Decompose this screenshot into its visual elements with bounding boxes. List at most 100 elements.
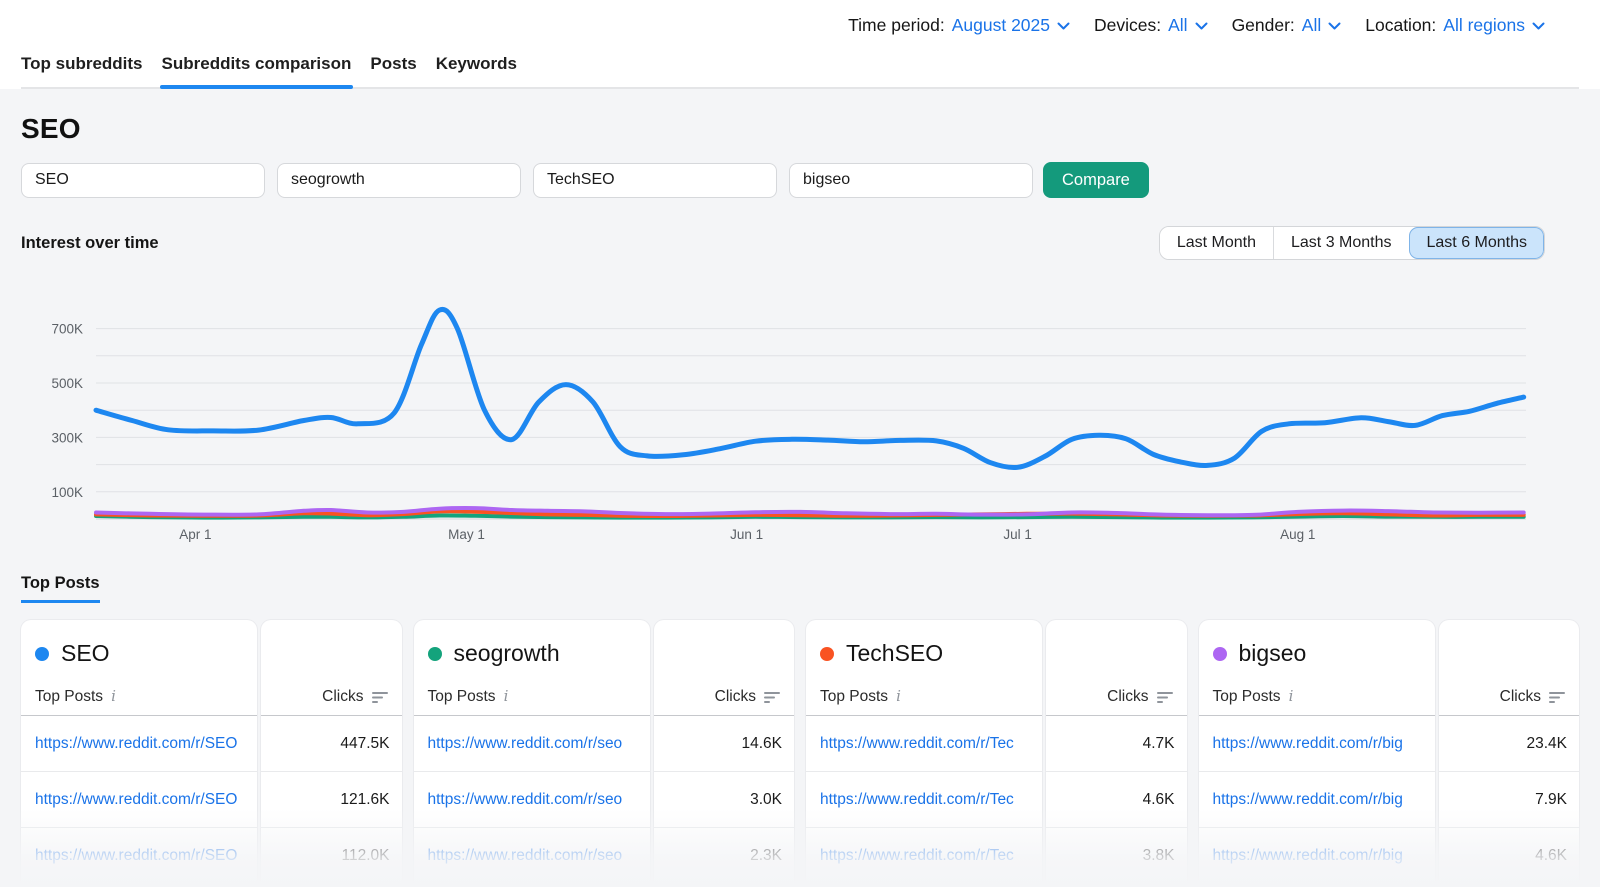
subreddit-name: seogrowth	[454, 640, 560, 667]
subreddit-input-2[interactable]	[277, 163, 521, 198]
compare-button[interactable]: Compare	[1043, 162, 1149, 198]
clicks-value: 4.6K	[1535, 847, 1567, 865]
clicks-value: 4.7K	[1143, 735, 1175, 753]
info-icon[interactable]: i	[504, 689, 509, 706]
clicks-column-header: Clicks	[322, 688, 363, 706]
info-icon[interactable]: i	[896, 689, 901, 706]
post-link[interactable]: https://www.reddit.com/r/Tec	[820, 791, 1014, 809]
clicks-column-header: Clicks	[1500, 688, 1541, 706]
sort-icon[interactable]	[1157, 692, 1175, 704]
clicks-value: 112.0K	[342, 847, 390, 865]
subreddit-card-bigseo: bigseo Top Posts i https://www.reddit.co…	[1199, 620, 1580, 886]
location-filter[interactable]: Location: All regions	[1365, 15, 1545, 36]
clicks-panel: Clicks 447.5K 121.6K 112.0K	[261, 620, 402, 886]
tab-keywords[interactable]: Keywords	[436, 44, 517, 87]
clicks-value: 3.8K	[1143, 847, 1175, 865]
filter-value: All	[1302, 15, 1321, 36]
series-color-dot	[35, 647, 49, 661]
post-link[interactable]: https://www.reddit.com/r/Tec	[820, 735, 1014, 753]
series-line-SEO	[96, 309, 1524, 467]
clicks-value: 14.6K	[741, 735, 782, 753]
clicks-panel: Clicks 23.4K 7.9K 4.6K	[1439, 620, 1580, 886]
x-axis-label: Jul 1	[1003, 527, 1032, 542]
filter-value: All	[1168, 15, 1187, 36]
post-link[interactable]: https://www.reddit.com/r/SEO	[35, 847, 237, 865]
sort-icon[interactable]	[1549, 692, 1567, 704]
y-axis-label: 700K	[51, 322, 83, 337]
chevron-down-icon	[1328, 22, 1341, 31]
filter-label: Time period:	[848, 15, 945, 36]
top-posts-section-title: Top Posts	[21, 574, 100, 603]
info-icon[interactable]: i	[111, 689, 116, 706]
subreddit-input-1[interactable]	[21, 163, 265, 198]
range-last-month[interactable]: Last Month	[1160, 227, 1273, 259]
time-period-filter[interactable]: Time period: August 2025	[848, 15, 1070, 36]
tab-top-subreddits[interactable]: Top subreddits	[21, 44, 143, 87]
filter-value: All regions	[1443, 15, 1525, 36]
post-link[interactable]: https://www.reddit.com/r/SEO	[35, 735, 237, 753]
series-color-dot	[1213, 647, 1227, 661]
post-link[interactable]: https://www.reddit.com/r/SEO	[35, 791, 237, 809]
post-link[interactable]: https://www.reddit.com/r/seo	[428, 847, 623, 865]
filter-label: Devices:	[1094, 15, 1161, 36]
posts-column-header: Top Posts	[1213, 688, 1281, 706]
range-last-6-months[interactable]: Last 6 Months	[1409, 227, 1545, 259]
clicks-value: 121.6K	[340, 791, 389, 809]
post-link[interactable]: https://www.reddit.com/r/big	[1213, 735, 1403, 753]
compare-inputs-row: Compare	[21, 162, 1579, 198]
devices-filter[interactable]: Devices: All	[1094, 15, 1208, 36]
clicks-value: 447.5K	[340, 735, 389, 753]
clicks-value: 2.3K	[750, 847, 782, 865]
subreddit-name: bigseo	[1239, 640, 1307, 667]
clicks-panel: Clicks 4.7K 4.6K 3.8K	[1046, 620, 1187, 886]
clicks-value: 3.0K	[750, 791, 782, 809]
filter-label: Gender:	[1232, 15, 1295, 36]
sort-icon[interactable]	[372, 692, 390, 704]
x-axis-label: Apr 1	[179, 527, 211, 542]
filter-value: August 2025	[952, 15, 1050, 36]
chevron-down-icon	[1195, 22, 1208, 31]
tab-subreddits-comparison[interactable]: Subreddits comparison	[162, 44, 352, 87]
y-axis-label: 300K	[51, 430, 83, 445]
posts-panel: TechSEO Top Posts i https://www.reddit.c…	[806, 620, 1042, 886]
subreddit-name: SEO	[61, 640, 110, 667]
subreddit-card-techseo: TechSEO Top Posts i https://www.reddit.c…	[806, 620, 1187, 886]
post-link[interactable]: https://www.reddit.com/r/seo	[428, 791, 623, 809]
clicks-column-header: Clicks	[715, 688, 756, 706]
series-color-dot	[820, 647, 834, 661]
info-icon[interactable]: i	[1289, 689, 1294, 706]
y-axis-label: 100K	[51, 485, 83, 500]
global-filters: Time period: August 2025 Devices: All Ge…	[21, 0, 1579, 44]
subreddit-name: TechSEO	[846, 640, 943, 667]
post-link[interactable]: https://www.reddit.com/r/big	[1213, 791, 1403, 809]
top-bar: Time period: August 2025 Devices: All Ge…	[0, 0, 1600, 89]
tab-posts[interactable]: Posts	[370, 44, 416, 87]
subreddit-card-seo: SEO Top Posts i https://www.reddit.com/r…	[21, 620, 402, 886]
x-axis-label: May 1	[448, 527, 485, 542]
top-posts-cards: SEO Top Posts i https://www.reddit.com/r…	[21, 620, 1579, 886]
series-color-dot	[428, 647, 442, 661]
chevron-down-icon	[1057, 22, 1070, 31]
posts-column-header: Top Posts	[820, 688, 888, 706]
posts-panel: seogrowth Top Posts i https://www.reddit…	[414, 620, 650, 886]
clicks-panel: Clicks 14.6K 3.0K 2.3K	[654, 620, 795, 886]
post-link[interactable]: https://www.reddit.com/r/Tec	[820, 847, 1014, 865]
sort-icon[interactable]	[764, 692, 782, 704]
time-range-toggle: Last Month Last 3 Months Last 6 Months	[1159, 226, 1545, 260]
x-axis-label: Aug 1	[1280, 527, 1315, 542]
post-link[interactable]: https://www.reddit.com/r/big	[1213, 847, 1403, 865]
chevron-down-icon	[1532, 22, 1545, 31]
posts-panel: bigseo Top Posts i https://www.reddit.co…	[1199, 620, 1435, 886]
clicks-value: 4.6K	[1143, 791, 1175, 809]
subreddit-card-seogrowth: seogrowth Top Posts i https://www.reddit…	[414, 620, 795, 886]
filter-label: Location:	[1365, 15, 1436, 36]
range-last-3-months[interactable]: Last 3 Months	[1273, 227, 1409, 259]
page-title: SEO	[21, 113, 1579, 145]
subreddit-input-3[interactable]	[533, 163, 777, 198]
chart-section-title: Interest over time	[21, 234, 159, 253]
post-link[interactable]: https://www.reddit.com/r/seo	[428, 735, 623, 753]
posts-column-header: Top Posts	[35, 688, 103, 706]
subreddit-input-4[interactable]	[789, 163, 1033, 198]
clicks-column-header: Clicks	[1107, 688, 1148, 706]
gender-filter[interactable]: Gender: All	[1232, 15, 1342, 36]
